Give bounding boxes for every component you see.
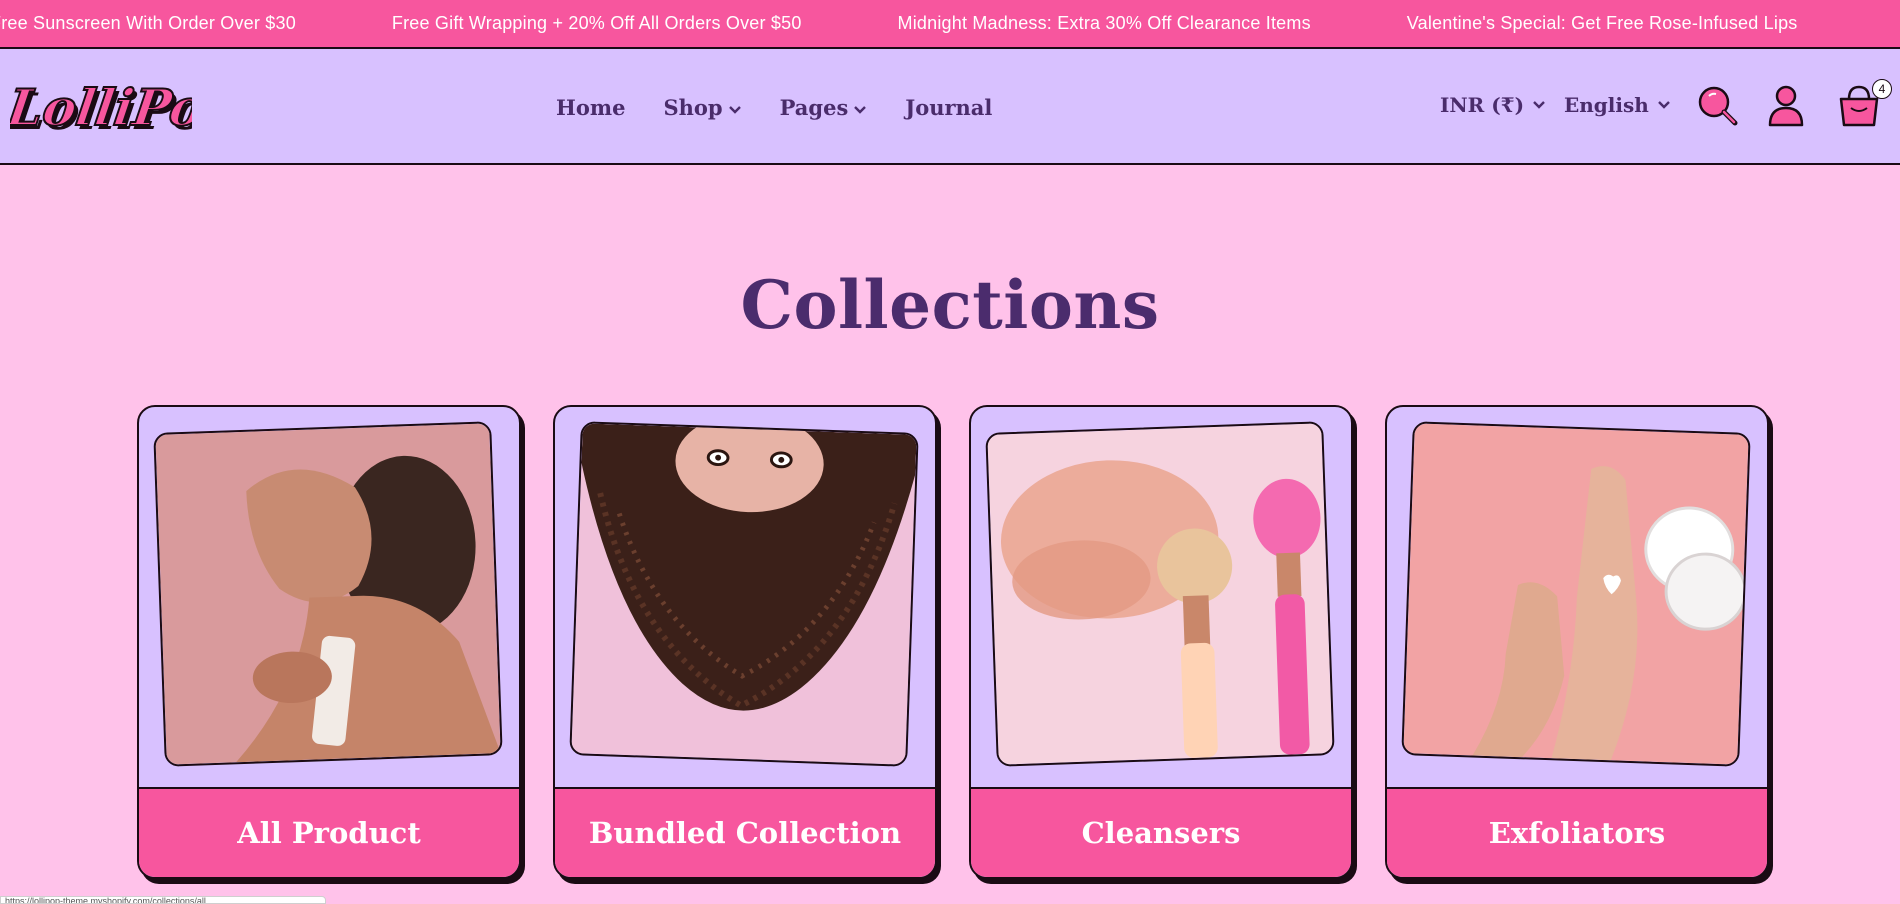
collection-label: Bundled Collection [555, 787, 935, 877]
chevron-down-icon [1533, 101, 1545, 109]
announcement-track: Free Sunscreen With Order Over $30 Free … [0, 0, 1894, 47]
collection-image-frame [1401, 421, 1751, 767]
search-icon[interactable] [1696, 84, 1740, 128]
account-icon[interactable] [1767, 84, 1805, 128]
currency-value: INR (₹) [1440, 93, 1525, 117]
collection-label: All Product [139, 787, 519, 877]
nav-journal[interactable]: Journal [905, 95, 992, 120]
collection-card-bundled-collection[interactable]: Bundled Collection [553, 405, 937, 879]
main-nav: Home Shop Pages Journal [556, 49, 1030, 165]
announcement-bar: Free Sunscreen With Order Over $30 Free … [0, 0, 1900, 49]
site-header: LolliPop LolliPop Home Shop Pages Journa… [0, 49, 1900, 165]
collection-label: Cleansers [971, 787, 1351, 877]
cart-count-badge: 4 [1872, 79, 1892, 99]
collection-image-frame [985, 421, 1335, 767]
currency-selector[interactable]: INR (₹) [1440, 93, 1546, 117]
svg-text:LolliPop: LolliPop [10, 78, 192, 137]
collection-card-all-product[interactable]: All Product [137, 405, 521, 879]
collection-label: Exfoliators [1387, 787, 1767, 877]
collection-image [153, 421, 503, 767]
chevron-down-icon [728, 106, 741, 114]
status-bar-url: https://lollipop-theme.myshopify.com/col… [0, 896, 326, 904]
chevron-down-icon [854, 106, 867, 114]
nav-shop-label: Shop [663, 94, 723, 120]
nav-home[interactable]: Home [556, 95, 625, 120]
chevron-down-icon [1657, 101, 1670, 109]
announcement-item: Free Sunscreen With Order Over $30 [0, 13, 296, 33]
nav-pages[interactable]: Pages [780, 95, 868, 120]
collection-image [985, 421, 1335, 767]
page-title: Collections [740, 266, 1160, 344]
nav-shop[interactable]: Shop [663, 95, 741, 120]
language-value: English [1564, 93, 1649, 117]
collection-image [1401, 421, 1751, 767]
collection-image-frame [569, 421, 919, 767]
announcement-item: Free Gift Wrapping + 20% Off All Orders … [391, 13, 802, 33]
collection-card-cleansers[interactable]: Cleansers [969, 405, 1353, 879]
collection-card-exfoliators[interactable]: Exfoliators [1385, 405, 1769, 879]
collection-image-frame [153, 421, 503, 767]
nav-home-label: Home [556, 94, 626, 120]
announcement-item: Midnight Madness: Extra 30% Off Clearanc… [897, 13, 1311, 33]
nav-journal-label: Journal [905, 94, 993, 120]
announcement-item: Valentine's Special: Get Free Rose-Infus… [1406, 13, 1798, 33]
language-selector[interactable]: English [1564, 93, 1671, 117]
nav-pages-label: Pages [779, 94, 849, 120]
collection-image [569, 421, 919, 767]
brand-logo[interactable]: LolliPop LolliPop [1, 65, 246, 149]
